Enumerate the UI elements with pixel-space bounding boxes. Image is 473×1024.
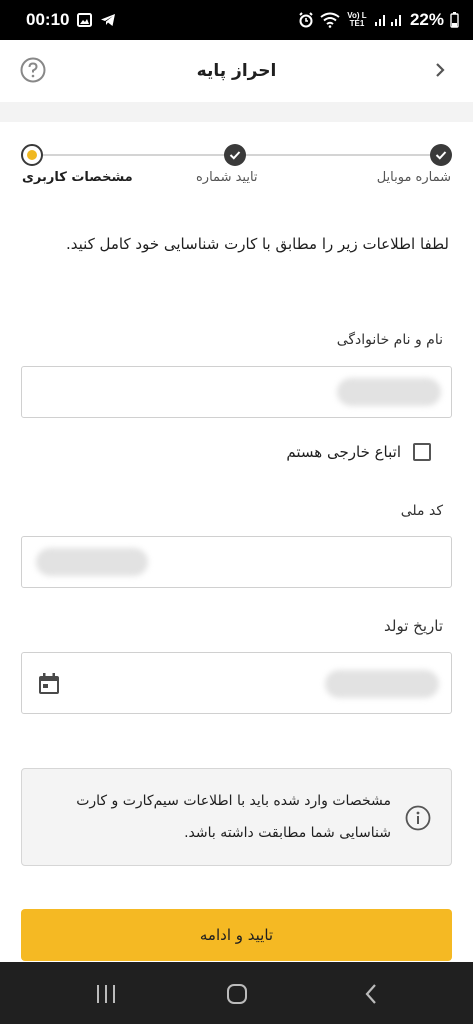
instructions-text: لطفا اطلاعات زیر را مطابق با کارت شناسای…: [65, 235, 449, 253]
battery-icon: [450, 12, 459, 28]
national-code-field[interactable]: [21, 536, 452, 588]
help-icon[interactable]: [20, 57, 46, 83]
back-icon[interactable]: [358, 982, 386, 1006]
battery-percent: 22%: [409, 10, 444, 29]
image-icon: [77, 13, 93, 27]
chevron-right-icon[interactable]: [429, 59, 451, 81]
network-label: Vo) LTE1: [347, 11, 367, 28]
alarm-icon: [298, 12, 314, 28]
volte-icon: Vo) LTE1: [346, 12, 368, 28]
info-text: مشخصات وارد شده باید با اطلاعات سیم‌کارت…: [76, 793, 391, 841]
step-label-user-info: مشخصات کاربری: [22, 170, 133, 185]
full-name-field[interactable]: [21, 366, 452, 418]
telegram-icon: [100, 13, 116, 27]
national-code-label: کد ملی: [400, 503, 443, 519]
full-name-label: نام و نام خانوادگی: [336, 332, 443, 348]
foreign-national-row[interactable]: اتباع خارجی هستم: [286, 443, 431, 461]
home-icon[interactable]: [223, 982, 251, 1006]
step-dot-mobile: [430, 144, 452, 166]
birth-date-field[interactable]: [21, 652, 452, 714]
submit-button[interactable]: تایید و ادامه: [21, 909, 452, 961]
status-left: 00:10: [26, 10, 116, 30]
header-divider: [0, 102, 473, 122]
status-time: 00:10: [26, 10, 70, 29]
page-title: احراز پایه: [196, 61, 277, 81]
system-nav-bar: [0, 962, 473, 1024]
calendar-icon[interactable]: [36, 671, 62, 697]
app-header: احراز پایه: [0, 40, 473, 102]
full-name-value-redacted: [337, 378, 441, 406]
recent-apps-icon[interactable]: [92, 982, 120, 1006]
step-label-verify-number: تایید شماره: [196, 170, 258, 185]
submit-button-label: تایید و ادامه: [199, 926, 274, 944]
national-code-value-redacted: [36, 548, 148, 576]
progress-stepper: مشخصات کاربری تایید شماره شماره موبایل: [0, 140, 473, 200]
foreign-national-label: اتباع خارجی هستم: [286, 443, 401, 461]
foreign-national-checkbox[interactable]: [413, 443, 431, 461]
info-icon: [405, 805, 431, 831]
birth-date-label: تاریخ تولد: [384, 617, 443, 635]
step-dot-user-info: [21, 144, 43, 166]
signal-icon: [374, 13, 404, 27]
birth-date-value-redacted: [325, 670, 439, 698]
wifi-icon: [320, 12, 340, 28]
step-label-mobile: شماره موبایل: [376, 170, 451, 185]
info-notice: مشخصات وارد شده باید با اطلاعات سیم‌کارت…: [21, 768, 452, 866]
step-dot-verify-number: [224, 144, 246, 166]
status-bar: 00:10 Vo) LTE1 22%: [0, 0, 473, 40]
status-right: Vo) LTE1 22%: [298, 10, 459, 30]
